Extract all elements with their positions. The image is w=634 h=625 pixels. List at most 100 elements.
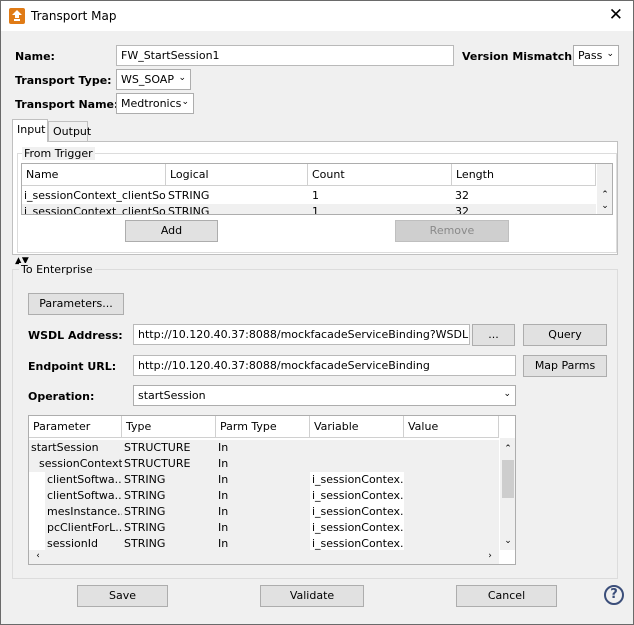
column-header[interactable]: Parm Type bbox=[216, 416, 310, 438]
parameters-header: Parameter Type Parm Type Variable Value bbox=[29, 416, 499, 438]
table-row[interactable]: sessionContext STRUCTURE In bbox=[29, 456, 499, 472]
parameters-vertical-scrollbar[interactable]: ⌃ ⌄ bbox=[500, 438, 515, 550]
version-mismatch-select[interactable]: Pass ⌄ bbox=[573, 45, 619, 66]
cell-length: 32 bbox=[455, 205, 469, 215]
map-parms-button[interactable]: Map Parms bbox=[523, 355, 607, 377]
cell-logical: STRING bbox=[168, 205, 210, 215]
column-header[interactable]: Count bbox=[308, 164, 452, 186]
cell-parameter: sessionContext bbox=[39, 457, 122, 470]
from-trigger-scrollbar[interactable]: ⌃ ⌄ bbox=[597, 164, 612, 214]
column-header[interactable]: Length bbox=[452, 164, 596, 186]
chevron-down-icon: ⌄ bbox=[178, 73, 186, 83]
tab-input[interactable]: Input bbox=[12, 119, 48, 142]
cell-parameter: clientSoftwa... bbox=[45, 472, 122, 488]
transport-type-label: Transport Type: bbox=[15, 74, 112, 87]
transport-type-value: WS_SOAP bbox=[121, 73, 174, 86]
endpoint-url-label: Endpoint URL: bbox=[28, 360, 117, 373]
wsdl-address-label: WSDL Address: bbox=[28, 329, 123, 342]
cell-value[interactable] bbox=[404, 520, 499, 536]
title-bar: Transport Map ✕ bbox=[1, 1, 633, 31]
help-icon[interactable]: ? bbox=[604, 585, 624, 605]
transport-name-label: Transport Name: bbox=[15, 98, 119, 111]
scroll-up-icon[interactable]: ⌃ bbox=[501, 444, 515, 454]
chevron-down-icon: ⌄ bbox=[606, 49, 614, 59]
scroll-up-icon[interactable]: ⌃ bbox=[598, 190, 612, 200]
cell-name: i_sessionContext_clientSof... bbox=[24, 205, 166, 215]
cell-variable bbox=[310, 456, 404, 472]
parameters-horizontal-scrollbar[interactable]: ‹ › bbox=[29, 550, 499, 564]
cell-type: STRUCTURE bbox=[124, 441, 191, 454]
cell-count: 1 bbox=[312, 205, 319, 215]
from-trigger-header: Name Logical Count Length bbox=[22, 164, 596, 186]
cell-type: STRING bbox=[122, 520, 216, 536]
operation-value: startSession bbox=[138, 389, 206, 402]
save-button[interactable]: Save bbox=[77, 585, 168, 607]
cell-variable[interactable]: i_sessionContex... bbox=[310, 520, 404, 536]
query-button[interactable]: Query bbox=[523, 324, 607, 346]
transport-type-select[interactable]: WS_SOAP ⌄ bbox=[116, 69, 191, 90]
cell-type: STRING bbox=[122, 472, 216, 488]
wsdl-address-input[interactable]: http://10.120.40.37:8088/mockfacadeServi… bbox=[133, 324, 470, 345]
transport-name-select[interactable]: Medtronics ⌄ bbox=[116, 93, 194, 114]
window-title: Transport Map bbox=[31, 9, 117, 23]
name-input[interactable]: FW_StartSession1 bbox=[116, 45, 454, 66]
transport-map-window: Transport Map ✕ Name: FW_StartSession1 V… bbox=[0, 0, 634, 625]
column-header[interactable]: Value bbox=[404, 416, 499, 438]
cell-parm-type: In bbox=[216, 488, 310, 504]
cell-value[interactable] bbox=[404, 504, 499, 520]
cell-value[interactable] bbox=[404, 472, 499, 488]
scroll-right-icon[interactable]: › bbox=[483, 551, 497, 561]
cell-count: 1 bbox=[312, 189, 319, 202]
cell-name: i_sessionContext_clientSof... bbox=[24, 189, 166, 202]
transport-name-value: Medtronics bbox=[121, 97, 182, 110]
column-header[interactable]: Name bbox=[22, 164, 166, 186]
chevron-down-icon: ⌄ bbox=[181, 97, 189, 107]
tab-output[interactable]: Output bbox=[48, 121, 91, 143]
version-mismatch-label: Version Mismatch: bbox=[462, 50, 577, 63]
chevron-down-icon: ⌄ bbox=[503, 389, 511, 399]
browse-wsdl-button[interactable]: ... bbox=[472, 324, 515, 346]
table-row[interactable]: clientSoftwa... STRING In i_sessionConte… bbox=[29, 472, 499, 488]
cell-variable bbox=[310, 440, 404, 456]
table-row[interactable]: i_sessionContext_clientSof... STRING 1 3… bbox=[22, 204, 596, 215]
cell-variable[interactable]: i_sessionContex... bbox=[310, 488, 404, 504]
validate-button[interactable]: Validate bbox=[260, 585, 364, 607]
cell-value[interactable] bbox=[404, 488, 499, 504]
cell-type: STRING bbox=[122, 488, 216, 504]
column-header[interactable]: Variable bbox=[310, 416, 404, 438]
cell-type: STRUCTURE bbox=[124, 457, 191, 470]
table-row[interactable]: mesInstance... STRING In i_sessionContex… bbox=[29, 504, 499, 520]
add-button[interactable]: Add bbox=[125, 220, 218, 242]
column-header[interactable]: Logical bbox=[166, 164, 308, 186]
cancel-button[interactable]: Cancel bbox=[456, 585, 557, 607]
scroll-down-icon[interactable]: ⌄ bbox=[598, 201, 612, 211]
scroll-down-icon[interactable]: ⌄ bbox=[501, 536, 515, 546]
endpoint-url-input[interactable]: http://10.120.40.37:8088/mockfacadeServi… bbox=[133, 355, 516, 376]
cell-parameter: startSession bbox=[31, 441, 99, 454]
column-header[interactable]: Type bbox=[122, 416, 216, 438]
scroll-thumb[interactable] bbox=[502, 460, 514, 498]
table-row[interactable]: i_sessionContext_clientSof... STRING 1 3… bbox=[22, 188, 596, 204]
cell-parm-type: In bbox=[218, 457, 229, 470]
cell-length: 32 bbox=[455, 189, 469, 202]
cell-parameter: mesInstance... bbox=[45, 504, 122, 520]
cell-logical: STRING bbox=[168, 189, 210, 202]
from-trigger-table: Name Logical Count Length i_sessionConte… bbox=[21, 163, 613, 215]
cell-parameter: pcClientForL... bbox=[45, 520, 122, 536]
scroll-left-icon[interactable]: ‹ bbox=[31, 551, 45, 561]
to-enterprise-title: To Enterprise bbox=[19, 263, 95, 276]
table-row[interactable]: startSession STRUCTURE In bbox=[29, 440, 499, 456]
table-row[interactable]: pcClientForL... STRING In i_sessionConte… bbox=[29, 520, 499, 536]
column-header[interactable]: Parameter bbox=[29, 416, 122, 438]
close-icon[interactable]: ✕ bbox=[609, 5, 623, 25]
parameters-button[interactable]: Parameters... bbox=[28, 293, 124, 315]
cell-parm-type: In bbox=[216, 472, 310, 488]
table-row[interactable]: clientSoftwa... STRING In i_sessionConte… bbox=[29, 488, 499, 504]
cell-variable[interactable]: i_sessionContex... bbox=[310, 504, 404, 520]
operation-select[interactable]: startSession ⌄ bbox=[133, 385, 516, 406]
name-label: Name: bbox=[15, 50, 55, 63]
version-mismatch-value: Pass bbox=[578, 49, 603, 62]
cell-parm-type: In bbox=[216, 504, 310, 520]
cell-parameter: clientSoftwa... bbox=[45, 488, 122, 504]
cell-variable[interactable]: i_sessionContex... bbox=[310, 472, 404, 488]
